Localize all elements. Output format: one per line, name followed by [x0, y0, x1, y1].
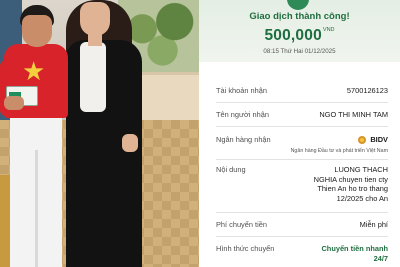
amount-value: 500,000 — [264, 27, 322, 44]
divider — [216, 126, 388, 127]
bank-row: Ngân hàng nhận BIDV Ngân hàng Đầu tư và … — [216, 135, 388, 157]
currency-label: VND — [322, 27, 335, 33]
transaction-datetime: 08:15 Thứ Hai 01/12/2025 — [263, 48, 336, 55]
boy-pants-seam — [35, 150, 38, 267]
divider — [216, 236, 388, 237]
receiver-label: Tên người nhận — [216, 110, 269, 119]
woman-white-top — [80, 42, 106, 112]
method-value: Chuyển tiền nhanh 24/7 — [321, 244, 388, 263]
account-label: Tài khoản nhận — [216, 86, 267, 95]
status-title: Giao dịch thành công! — [249, 11, 350, 22]
bank-fullname: Ngân hàng Đầu tư và phát triển Việt Nam — [290, 148, 388, 154]
fee-label: Phí chuyển tiền — [216, 220, 267, 229]
bank-value: BIDV — [370, 135, 388, 144]
bank-label: Ngân hàng nhận — [216, 135, 271, 144]
content-label: Nội dung — [216, 165, 246, 174]
receipt-header: Giao dịch thành công! 500,000VND 08:15 T… — [199, 0, 400, 62]
star-icon: ★ — [22, 56, 46, 86]
fee-value: Miễn phí — [359, 220, 388, 229]
divider — [216, 159, 388, 160]
transfer-receipt: Giao dịch thành công! 500,000VND 08:15 T… — [199, 0, 400, 267]
method-label: Hình thức chuyển — [216, 244, 275, 253]
content-value: LUONG THACH NGHIA chuyen tien cty Thien … — [313, 165, 388, 203]
boy-hand — [4, 96, 24, 110]
receiver-value: NGO THI MINH TAM — [319, 110, 388, 119]
boy-face — [22, 15, 52, 47]
woman-hand — [122, 134, 138, 152]
bidv-logo-icon — [358, 136, 366, 144]
success-check-icon — [287, 0, 309, 10]
amount-row: 500,000VND — [199, 27, 400, 45]
woman-face — [80, 2, 110, 36]
method-row: Hình thức chuyển Chuyển tiền nhanh 24/7 — [216, 244, 388, 266]
photo-panel: ★ — [0, 0, 199, 267]
divider — [216, 102, 388, 103]
account-value: 5700126123 — [346, 86, 388, 95]
divider — [216, 212, 388, 213]
content-row: Nội dung LUONG THACH NGHIA chuyen tien c… — [216, 165, 388, 207]
